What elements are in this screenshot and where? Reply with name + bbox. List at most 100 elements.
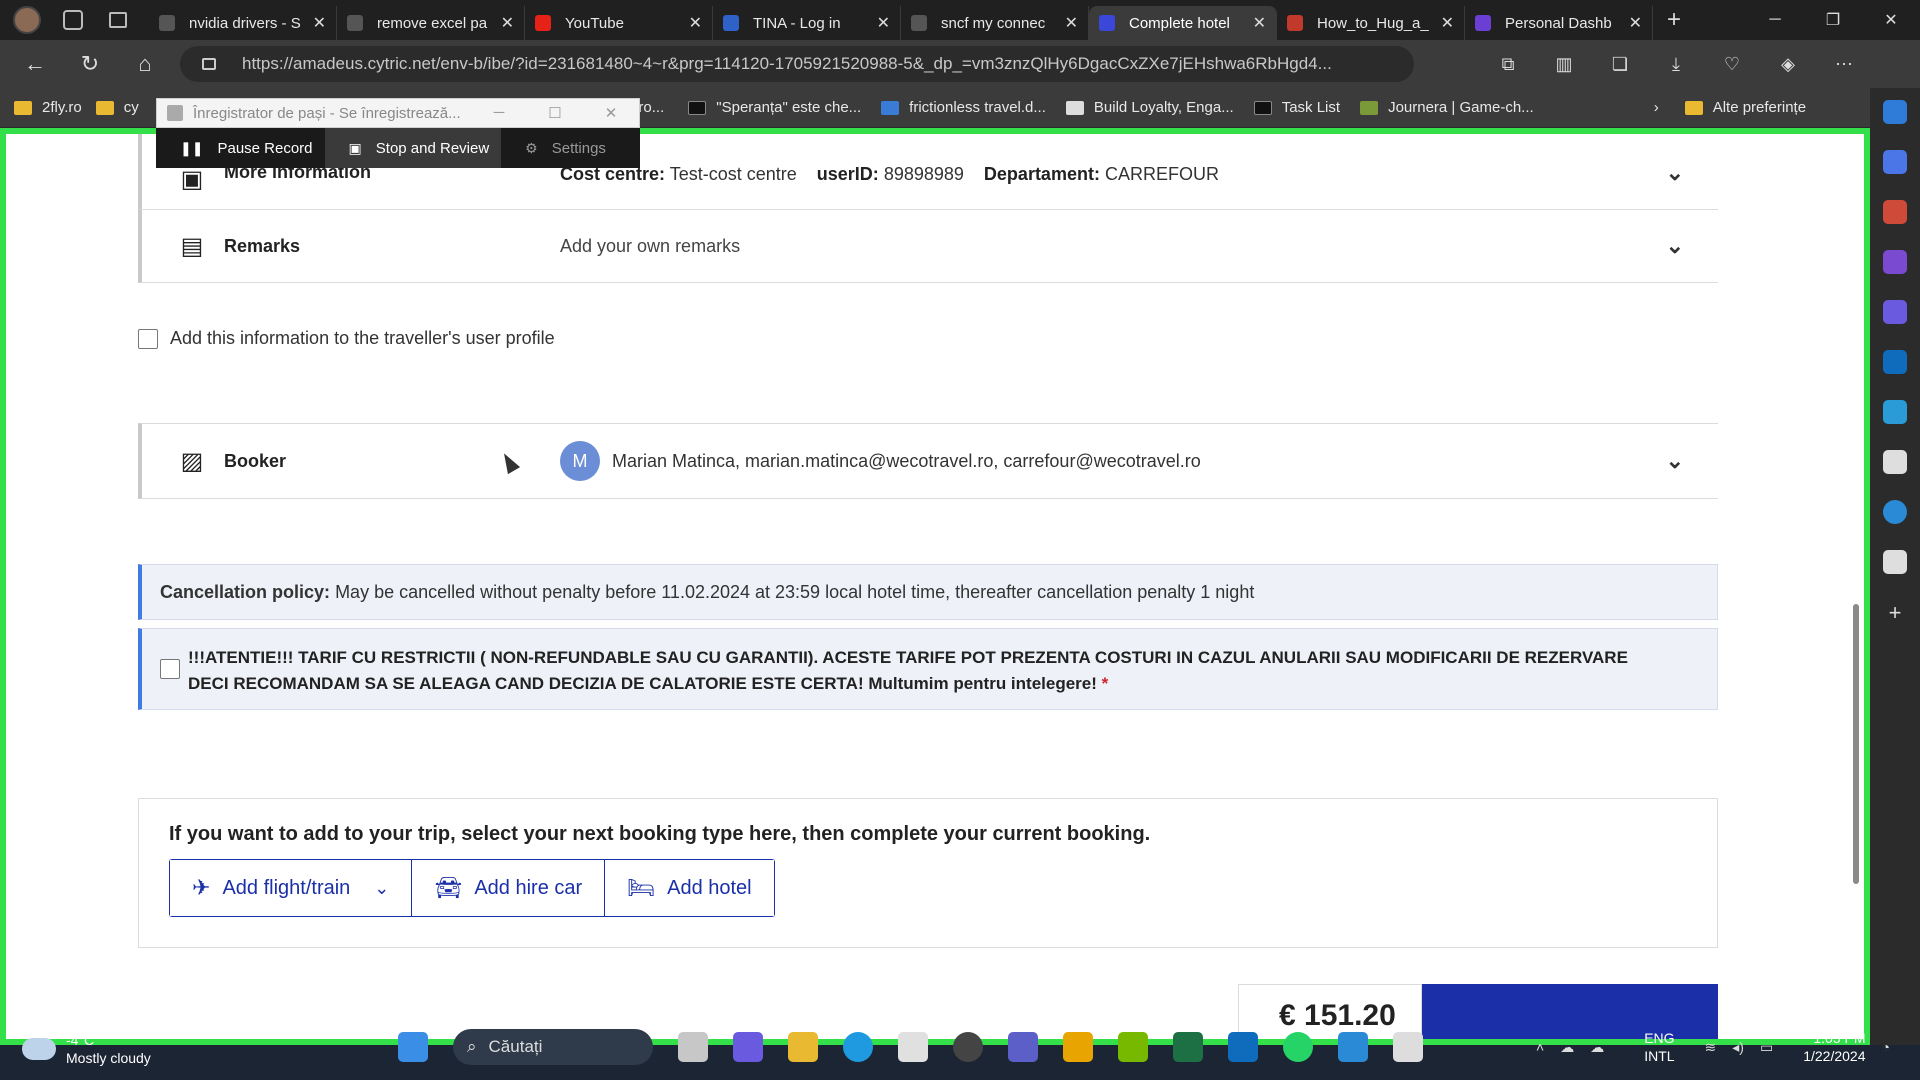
outlook-icon[interactable] [1228,1032,1258,1062]
close-tab-icon[interactable]: ✕ [877,13,890,33]
close-tab-icon[interactable]: ✕ [1441,13,1454,33]
bookmark-item[interactable]: Journera | Game-ch... [1360,99,1534,116]
start-icon[interactable] [398,1032,428,1062]
close-tab-icon[interactable]: ✕ [501,13,514,33]
close-tab-icon[interactable]: ✕ [1253,13,1266,33]
store-icon[interactable] [898,1032,928,1062]
pause-record-button[interactable]: ❚❚ Pause Record [156,128,325,168]
task-view-icon[interactable] [678,1032,708,1062]
notification-icon[interactable]: ◔ [1882,1039,1890,1055]
onedrive-icon[interactable]: ☁ [1590,1039,1604,1056]
booker-panel[interactable]: ▨ Booker M Marian Matinca, marian.matinc… [138,423,1718,499]
home-button[interactable]: ⌂ [125,44,165,84]
browser-tab[interactable]: Personal Dashb ✕ [1465,6,1653,40]
add-icon[interactable]: + [1883,600,1907,625]
search-icon[interactable] [1883,100,1907,124]
collections-icon[interactable]: ❏ [1592,40,1648,88]
browser-tab[interactable]: YouTube ✕ [525,6,713,40]
browser-tab[interactable]: How_to_Hug_a_ ✕ [1277,6,1465,40]
minimize-button[interactable]: ─ [1746,0,1804,40]
close-tab-icon[interactable]: ✕ [689,13,702,33]
settings-button[interactable]: ⚙ Settings [501,128,618,168]
browser-tab-active[interactable]: Complete hotel ✕ [1089,6,1277,40]
tab-actions-icon[interactable] [109,12,127,28]
close-tab-icon[interactable]: ✕ [313,13,326,33]
nvidia-icon[interactable] [1118,1032,1148,1062]
steps-recorder-icon[interactable] [1393,1032,1423,1062]
bookmark-item[interactable]: "Speranța" este che... [688,99,861,116]
maximize-button[interactable]: ☐ [527,104,583,122]
close-button[interactable]: ✕ [583,104,639,122]
notion-icon[interactable] [1883,450,1907,474]
notion-icon[interactable] [1883,550,1907,574]
browser-tab[interactable]: nvidia drivers - S ✕ [149,6,337,40]
chevron-down-icon[interactable]: ⌄ [1666,448,1684,474]
games-icon[interactable] [1883,250,1907,274]
whatsapp-icon[interactable] [1283,1032,1313,1062]
performance-icon[interactable]: ♡ [1704,40,1760,88]
teams-icon[interactable] [1008,1032,1038,1062]
extensions-icon[interactable]: ⧉ [1480,40,1536,88]
page-scrollbar[interactable] [1850,134,1862,1039]
restore-button[interactable]: ❐ [1804,0,1862,40]
url-text[interactable]: https://amadeus.cytric.net/env-b/ibe/?id… [242,54,1362,74]
address-bar[interactable]: https://amadeus.cytric.net/env-b/ibe/?id… [180,46,1414,82]
save-to-profile-checkbox[interactable] [138,328,158,349]
network-off-icon[interactable]: ☁ [1560,1039,1574,1056]
more-bookmarks-chevron-icon[interactable]: › [1654,99,1659,116]
profile-avatar[interactable] [13,6,41,34]
outlook-icon[interactable] [1883,350,1907,374]
reload-button[interactable]: ↻ [70,44,110,84]
chat-icon[interactable] [1338,1032,1368,1062]
add-hotel-button[interactable]: 🛏︎ Add hotel [605,860,774,916]
input-language[interactable]: ENG INTL [1644,1029,1674,1065]
copilot-icon[interactable] [1883,300,1907,324]
browser-tab[interactable]: TINA - Log in ✕ [713,6,901,40]
browser-tab[interactable]: sncf my connec ✕ [901,6,1089,40]
workspaces-icon[interactable] [63,10,83,30]
add-flight-train-button[interactable]: ✈ Add flight/train ⌄ [170,860,413,916]
tools-icon[interactable] [1883,200,1907,224]
bookmark-item[interactable]: 2fly.ro [14,99,82,116]
close-tab-icon[interactable]: ✕ [1065,13,1078,33]
bookmark-folder-other[interactable]: Alte preferințe [1684,99,1806,116]
taskbar-search[interactable]: ⌕ Căutați [453,1029,653,1065]
edge-icon[interactable] [843,1032,873,1062]
amazon-icon[interactable] [1883,500,1907,524]
chevron-down-icon[interactable]: ⌄ [1666,233,1684,259]
chevron-up-icon[interactable]: ˄ [1536,1039,1544,1055]
remarks-placeholder[interactable]: Add your own remarks [560,236,740,257]
steps-recorder-titlebar[interactable]: Înregistrator de pași - Se înregistrează… [156,98,640,128]
close-window-button[interactable]: ✕ [1862,0,1920,40]
clock[interactable]: 1:05 PM 1/22/2024 [1803,1029,1865,1065]
volume-icon[interactable]: ◂) [1732,1039,1744,1056]
remarks-panel[interactable]: ▤ Remarks Add your own remarks ⌄ [138,210,1718,283]
split-screen-icon[interactable]: ▥ [1536,40,1592,88]
excel-icon[interactable] [1173,1032,1203,1062]
chevron-down-icon[interactable]: ⌄ [374,878,389,899]
tag-icon[interactable] [1883,150,1907,174]
terminal-icon[interactable] [1063,1032,1093,1062]
wifi-icon[interactable]: ≋ [1705,1039,1717,1056]
weather-widget[interactable]: -4°C Mostly cloudy [22,1031,151,1067]
file-explorer-icon[interactable] [788,1032,818,1062]
chevron-down-icon[interactable]: ⌄ [1666,160,1684,186]
battery-icon[interactable]: ▭ [1760,1039,1773,1056]
bookmark-item[interactable]: Task List [1253,99,1340,116]
teams-meet-icon[interactable] [733,1032,763,1062]
more-menu-icon[interactable]: ⋯ [1816,40,1872,88]
bookmark-item[interactable]: frictionless travel.d... [881,99,1046,116]
bookmark-item[interactable]: cy [95,99,139,116]
send-icon[interactable] [1883,400,1907,424]
browser-essentials-icon[interactable]: ◈ [1760,40,1816,88]
browser-tab[interactable]: remove excel pa ✕ [337,6,525,40]
scrollbar-thumb[interactable] [1853,604,1859,884]
downloads-icon[interactable]: ⤓ [1648,40,1704,88]
new-tab-button[interactable]: + [1667,6,1681,34]
accept-restrictions-checkbox[interactable] [160,659,180,679]
back-button[interactable]: ← [15,44,55,84]
dell-icon[interactable] [953,1032,983,1062]
stop-and-review-button[interactable]: ▣ Stop and Review [324,128,502,168]
close-tab-icon[interactable]: ✕ [1629,13,1642,33]
minimize-button[interactable]: ─ [471,104,527,122]
